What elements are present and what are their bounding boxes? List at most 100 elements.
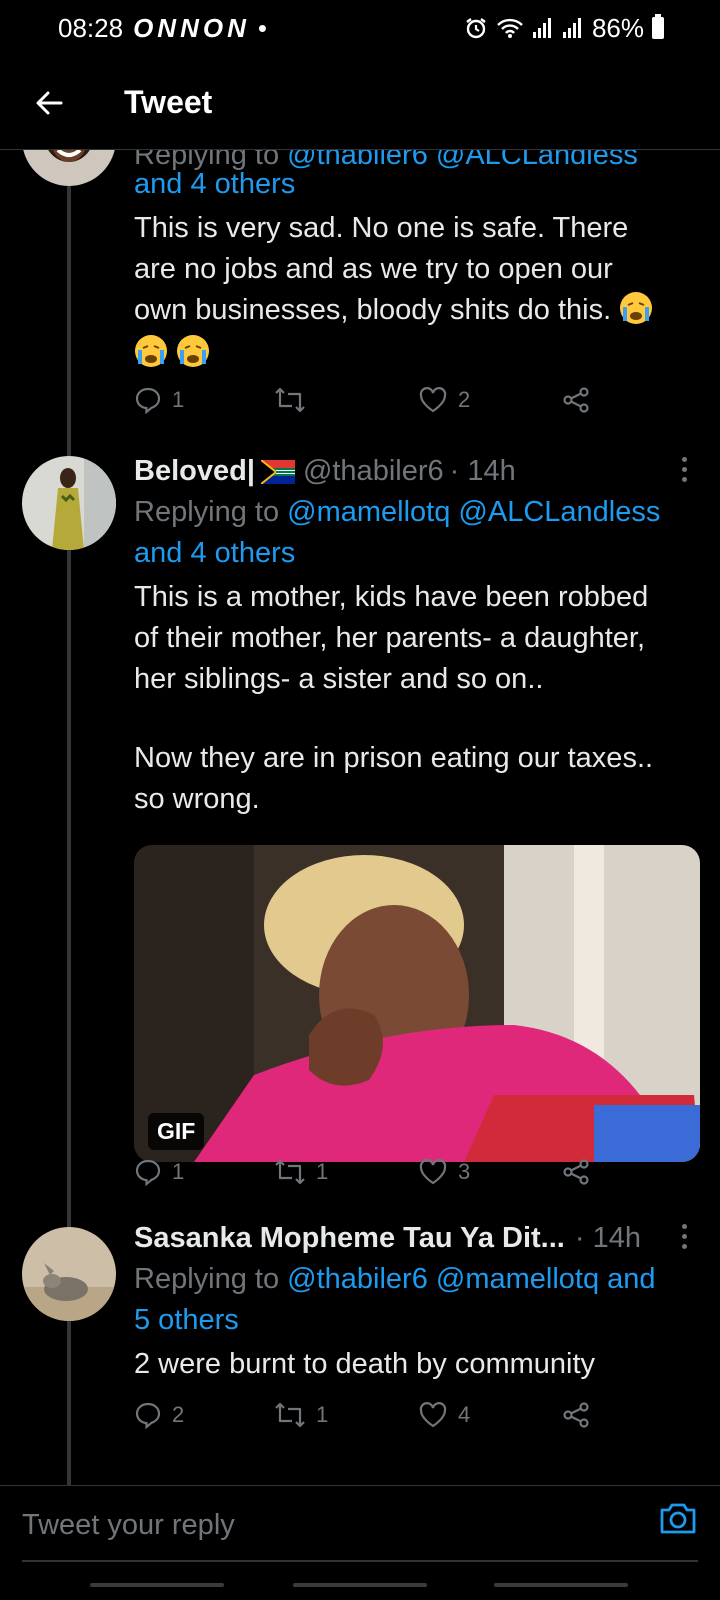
tweet-actions: 1 2 — [134, 380, 614, 420]
tweet-time: · 14h — [449, 455, 516, 487]
tweet-actions: 2 1 4 — [134, 1395, 614, 1435]
status-bar: 08:28 ONNON • 86% — [0, 0, 720, 56]
avatar[interactable] — [22, 456, 116, 550]
like-button[interactable]: 2 — [418, 380, 470, 420]
alarm-icon — [466, 18, 486, 39]
reply-input[interactable] — [22, 1500, 622, 1550]
tweet-text-line-3: own businesses, bloody shits do this. — [134, 290, 694, 331]
reply-button[interactable]: 1 — [134, 1152, 184, 1192]
retweet-count: 1 — [316, 1402, 329, 1427]
camera-icon — [660, 1503, 696, 1534]
reply-icon — [135, 1402, 161, 1429]
heart-icon — [419, 1159, 447, 1185]
system-navigation-bar — [0, 1565, 720, 1600]
reply-handles-link[interactable]: @thabiler6 @mamellotq and — [287, 1263, 655, 1295]
retweet-count: 1 — [316, 1159, 329, 1184]
reply-others-link[interactable]: 5 others — [134, 1304, 239, 1336]
gif-badge: GIF — [148, 1113, 205, 1150]
avatar[interactable] — [22, 1227, 116, 1321]
reply-context: Replying to @mamellotq @ALCLandless — [134, 492, 694, 533]
tweet-text-line: Now they are in prison eating our taxes.… — [134, 742, 654, 774]
reply-others-link[interactable]: and 4 others — [134, 168, 295, 200]
south-africa-flag-icon — [260, 459, 295, 484]
tweet-text-line: own businesses, bloody shits do this. — [134, 294, 612, 326]
reply-button[interactable]: 2 — [134, 1395, 184, 1435]
input-underline — [22, 1560, 698, 1562]
tweet-text-line: This is a mother, kids have been robbed — [134, 581, 649, 613]
retweet-button[interactable] — [274, 380, 316, 420]
battery-percent: 86% — [591, 12, 644, 43]
tweet-text-line: This is very sad. No one is safe. There — [134, 212, 629, 244]
reply-prefix: Replying to — [134, 1263, 280, 1295]
camera-button[interactable] — [658, 1498, 698, 1538]
more-options-icon[interactable] — [672, 1218, 696, 1254]
share-button[interactable] — [562, 1395, 590, 1435]
like-button[interactable]: 4 — [418, 1395, 470, 1435]
top-app-bar: Tweet — [0, 56, 720, 150]
display-name[interactable]: Beloved| — [134, 451, 255, 492]
reply-count: 2 — [172, 1402, 185, 1427]
retweet-icon — [275, 387, 305, 413]
conversation-thread: Replying to @thabiler6 @ALCLandless and … — [0, 150, 720, 1485]
tweet-text-line: so wrong. — [134, 783, 260, 815]
nav-recents-button[interactable] — [90, 1583, 224, 1587]
gif-thumbnail — [134, 845, 700, 1162]
tweet-text-line: 2 were burnt to death by community — [134, 1348, 596, 1380]
tweet-actions: 1 1 3 — [134, 1152, 614, 1192]
signal-icon-2 — [562, 18, 581, 38]
retweet-icon — [275, 1402, 305, 1428]
notification-icons: ONNON — [133, 12, 250, 43]
share-button[interactable] — [562, 380, 590, 420]
wifi-icon — [497, 18, 523, 38]
nav-back-button[interactable] — [494, 1583, 628, 1587]
reply-count: 1 — [172, 387, 185, 412]
reply-others-row: and 4 others — [134, 164, 694, 205]
more-options-icon[interactable] — [672, 451, 696, 487]
reply-composer — [0, 1485, 720, 1565]
like-count: 3 — [458, 1159, 471, 1184]
share-icon — [563, 387, 589, 413]
reply-button[interactable]: 1 — [134, 380, 184, 420]
display-name[interactable]: Sasanka Mopheme Tau Ya Dit... — [134, 1218, 565, 1259]
avatar[interactable] — [22, 150, 116, 186]
tweet-header: Sasanka Mopheme Tau Ya Dit... · 14h — [134, 1218, 684, 1259]
heart-icon — [419, 387, 447, 413]
signal-icon-1 — [532, 18, 551, 38]
gif-media[interactable]: GIF — [134, 845, 700, 1162]
reply-icon — [135, 387, 161, 414]
reply-others-row: 5 others — [134, 1300, 694, 1341]
like-button[interactable]: 3 — [418, 1152, 470, 1192]
share-icon — [563, 1159, 589, 1185]
battery-icon — [652, 14, 664, 39]
tweet-body: This is a mother, kids have been robbed … — [134, 577, 694, 820]
tweet-text-line: of their mother, her parents- a daughter… — [134, 622, 646, 654]
tweet-text-line: are no jobs and as we try to open our — [134, 253, 613, 285]
arrow-left-icon — [36, 91, 63, 114]
thread-connector — [67, 186, 71, 456]
back-button[interactable] — [22, 76, 76, 130]
page-title: Tweet — [124, 84, 213, 120]
retweet-icon — [275, 1159, 305, 1185]
share-button[interactable] — [562, 1152, 590, 1192]
heart-icon — [419, 1402, 447, 1428]
share-icon — [563, 1402, 589, 1428]
retweet-button[interactable]: 1 — [274, 1152, 328, 1192]
nav-home-button[interactable] — [293, 1583, 427, 1587]
crying-face-emoji-icon — [135, 335, 167, 367]
reply-others-link[interactable]: and 4 others — [134, 537, 295, 569]
retweet-button[interactable]: 1 — [274, 1395, 328, 1435]
tweet-emoji-row — [134, 333, 694, 374]
tweet-body: 2 were burnt to death by community — [134, 1344, 694, 1385]
user-handle[interactable]: @thabiler6 — [303, 451, 444, 492]
thread-connector — [67, 1322, 71, 1485]
like-count: 4 — [458, 1402, 471, 1427]
reply-handles-link[interactable]: @mamellotq @ALCLandless — [287, 496, 660, 528]
reply-others-row: and 4 others — [134, 533, 694, 574]
reply-count: 1 — [172, 1159, 185, 1184]
reply-context: Replying to @thabiler6 @mamellotq and — [134, 1259, 694, 1300]
reply-prefix: Replying to — [134, 496, 280, 528]
tweet-header: Beloved| @thabiler6 · 14h — [134, 451, 684, 492]
notification-dot: • — [257, 12, 267, 43]
tweet-time: · 14h — [574, 1222, 641, 1254]
